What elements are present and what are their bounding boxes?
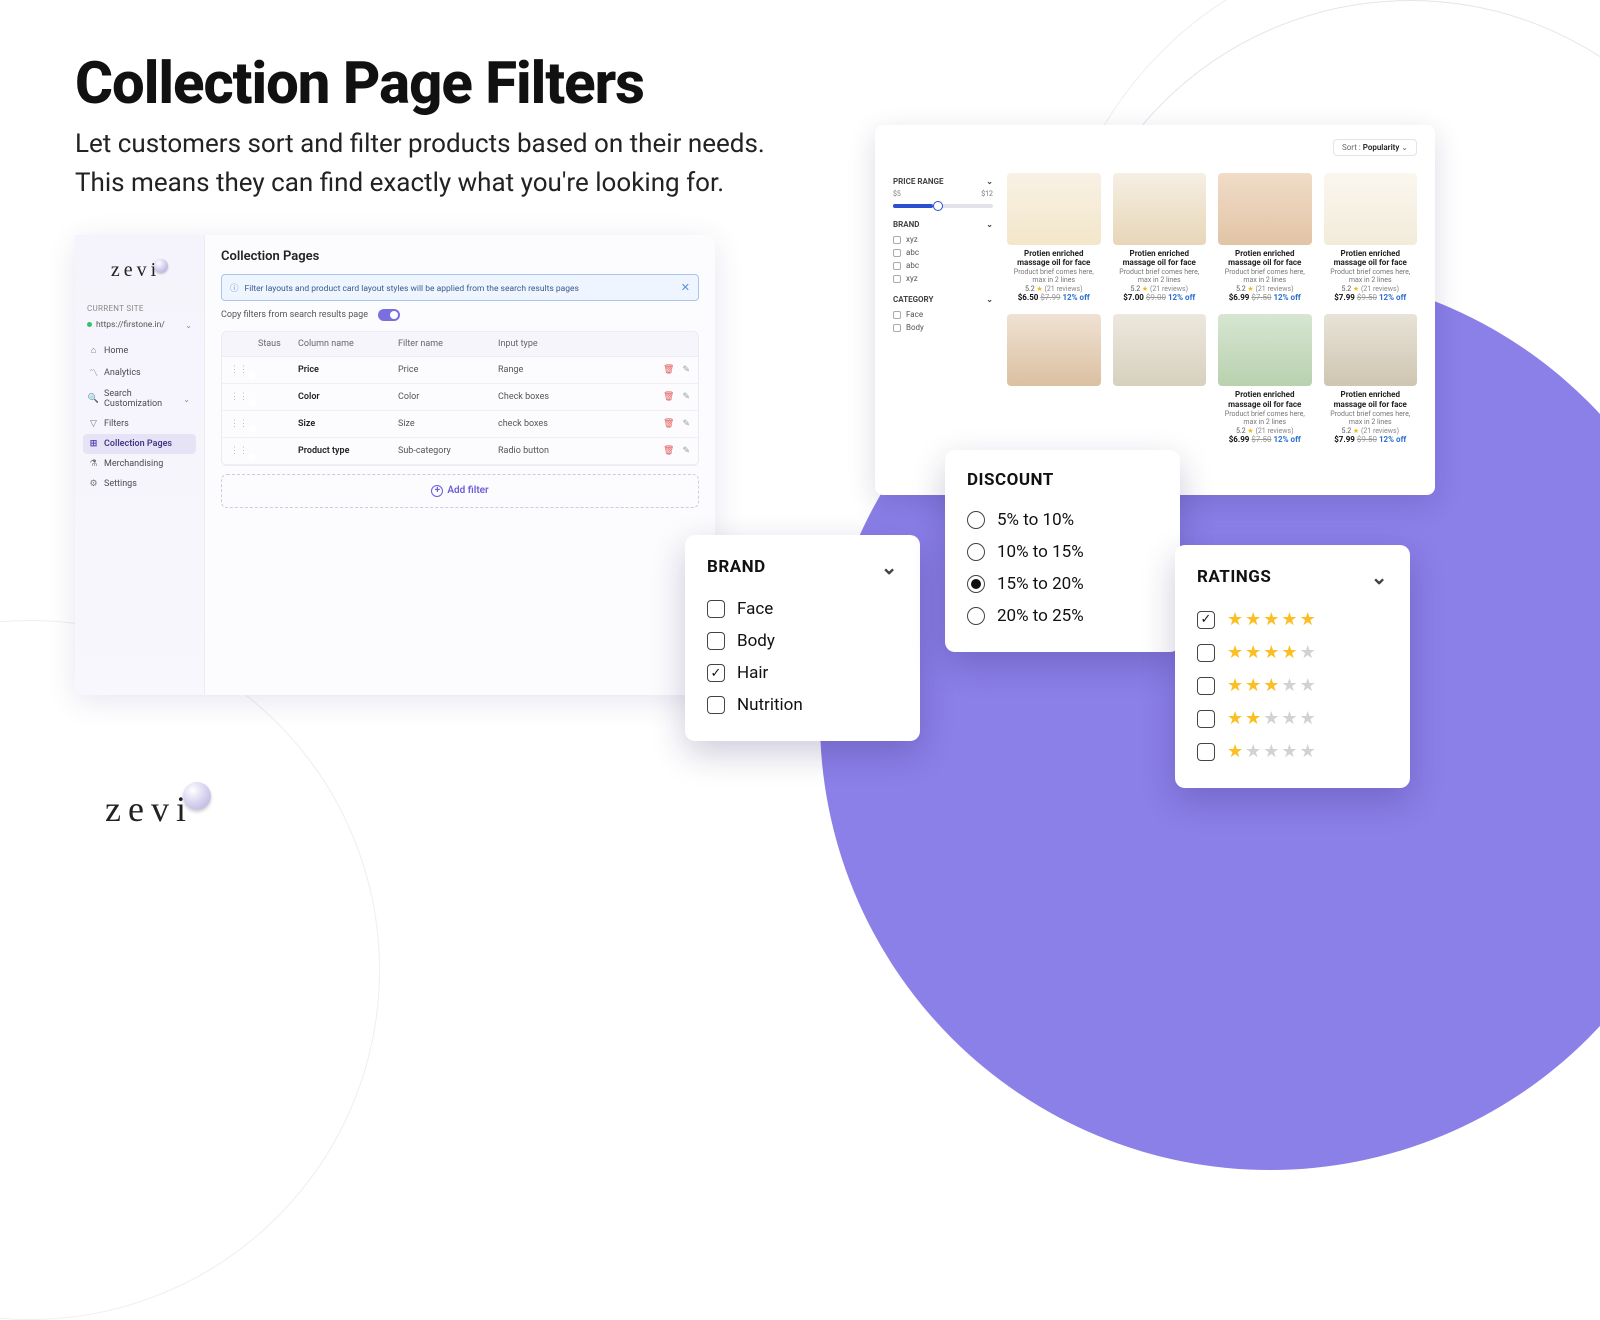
category-header[interactable]: CATEGORY⌄	[893, 291, 993, 308]
discount-radio-option[interactable]: 10% to 15%	[967, 536, 1158, 568]
zevi-footer-logo: zevi	[105, 788, 211, 830]
product-image	[1218, 314, 1312, 386]
admin-panel: zevi CURRENT SITE https://firstone.in/ ⌄…	[75, 235, 715, 695]
brand-checkbox-option[interactable]: Face	[707, 593, 898, 625]
brand-checkbox-option[interactable]: Nutrition	[707, 689, 898, 721]
brand-filter-card: BRAND⌄ FaceBody✓HairNutrition	[685, 535, 920, 741]
brand-option[interactable]: abc	[893, 259, 993, 272]
product-image	[1324, 314, 1418, 386]
product-image	[1113, 314, 1207, 386]
product-image	[1007, 314, 1101, 386]
product-card[interactable]	[1007, 314, 1101, 443]
brand-checkbox-option[interactable]: Body	[707, 625, 898, 657]
th-filter: Filter name	[398, 339, 498, 349]
product-card[interactable]: Protien enriched massage oil for face Pr…	[1324, 314, 1418, 443]
th-input: Input type	[498, 339, 646, 349]
discount-filter-card: DISCOUNT 5% to 10%10% to 15%15% to 20%20…	[945, 450, 1180, 652]
rating-checkbox-option[interactable]: ✓★★★★★	[1197, 603, 1388, 636]
brand-header[interactable]: BRAND⌄	[893, 216, 993, 233]
filter-table: Staus Column name Filter name Input type…	[221, 331, 699, 466]
copy-filters-label: Copy filters from search results page	[221, 310, 368, 320]
info-icon: ⓘ	[230, 284, 239, 294]
product-card[interactable]: Protien enriched massage oil for face Pr…	[1324, 173, 1418, 302]
pencil-icon[interactable]: ✎	[682, 392, 690, 402]
discount-radio-option[interactable]: 20% to 25%	[967, 600, 1158, 632]
rating-checkbox-option[interactable]: ★★★★★	[1197, 669, 1388, 702]
brand-option[interactable]: xyz	[893, 272, 993, 285]
table-row: ⋮⋮ Color Color Check boxes 🗑 ✎	[222, 384, 698, 411]
admin-page-title: Collection Pages	[221, 249, 699, 264]
rating-checkbox-option[interactable]: ★★★★★	[1197, 735, 1388, 768]
home-icon: ⌂	[89, 345, 98, 356]
trash-icon[interactable]: 🗑	[663, 419, 674, 429]
table-row: ⋮⋮ Price Price Range 🗑 ✎	[222, 357, 698, 384]
trash-icon[interactable]: 🗑	[663, 392, 674, 402]
product-card[interactable]	[1113, 314, 1207, 443]
site-selector[interactable]: https://firstone.in/ ⌄	[83, 317, 196, 340]
discount-radio-option[interactable]: 15% to 20%	[967, 568, 1158, 600]
price-range-header[interactable]: PRICE RANGE⌄	[893, 173, 993, 190]
ratings-filter-card: RATINGS⌄ ✓★★★★★★★★★★★★★★★★★★★★★★★★★	[1175, 545, 1410, 788]
chevron-down-icon: ⌄	[1401, 143, 1408, 152]
search-icon: 🔍	[89, 394, 98, 404]
sort-dropdown[interactable]: Sort : Popularity ⌄	[1333, 139, 1417, 156]
table-row: ⋮⋮ Product type Sub-category Radio butto…	[222, 438, 698, 465]
brand-option[interactable]: abc	[893, 246, 993, 259]
nav-collection-pages[interactable]: ⊞Collection Pages	[83, 434, 196, 454]
chevron-down-icon: ⌄	[986, 295, 993, 304]
merch-icon: ⚗	[89, 459, 98, 469]
chevron-down-icon: ⌄	[185, 321, 192, 330]
product-card[interactable]: Protien enriched massage oil for face Pr…	[1218, 173, 1312, 302]
chevron-down-icon[interactable]: ⌄	[881, 555, 898, 579]
chevron-down-icon: ⌄	[986, 177, 993, 186]
product-card[interactable]: Protien enriched massage oil for face Pr…	[1007, 173, 1101, 302]
pencil-icon[interactable]: ✎	[682, 419, 690, 429]
trash-icon[interactable]: 🗑	[663, 365, 674, 375]
th-status: Staus	[258, 339, 298, 349]
add-filter-button[interactable]: +Add filter	[221, 474, 699, 508]
th-column: Column name	[298, 339, 398, 349]
trash-icon[interactable]: 🗑	[663, 446, 674, 456]
category-option[interactable]: Body	[893, 321, 993, 334]
gear-icon: ⚙	[89, 479, 98, 489]
storefront-preview: Sort : Popularity ⌄ PRICE RANGE⌄ $5$12 B…	[875, 125, 1435, 495]
nav-merchandising[interactable]: ⚗Merchandising	[83, 454, 196, 474]
table-row: ⋮⋮ Size Size check boxes 🗑 ✎	[222, 411, 698, 438]
close-icon[interactable]: ✕	[681, 281, 690, 294]
product-card[interactable]: Protien enriched massage oil for face Pr…	[1218, 314, 1312, 443]
admin-sidebar: zevi CURRENT SITE https://firstone.in/ ⌄…	[75, 235, 205, 695]
hero-title: Collection Page Filters	[75, 50, 644, 118]
product-image	[1113, 173, 1207, 245]
zevi-logo: zevi	[83, 245, 196, 302]
chevron-down-icon: ⌄	[986, 220, 993, 229]
product-image	[1218, 173, 1312, 245]
category-option[interactable]: Face	[893, 308, 993, 321]
product-image	[1324, 173, 1418, 245]
analytics-icon: 〽	[89, 366, 98, 379]
nav-analytics[interactable]: 〽Analytics	[83, 361, 196, 384]
price-slider[interactable]	[893, 204, 993, 208]
chevron-down-icon[interactable]: ⌄	[1371, 565, 1388, 589]
nav-home[interactable]: ⌂Home	[83, 340, 196, 361]
nav-filters[interactable]: ▽Filters	[83, 414, 196, 434]
rating-checkbox-option[interactable]: ★★★★★	[1197, 636, 1388, 669]
filter-icon: ▽	[89, 419, 98, 429]
nav-settings[interactable]: ⚙Settings	[83, 474, 196, 494]
pencil-icon[interactable]: ✎	[682, 365, 690, 375]
info-banner: ⓘFilter layouts and product card layout …	[221, 274, 699, 301]
rating-checkbox-option[interactable]: ★★★★★	[1197, 702, 1388, 735]
collection-icon: ⊞	[89, 439, 98, 449]
brand-option[interactable]: xyz	[893, 233, 993, 246]
product-image	[1007, 173, 1101, 245]
brand-checkbox-option[interactable]: ✓Hair	[707, 657, 898, 689]
hero-subtitle: Let customers sort and filter products b…	[75, 125, 765, 203]
current-site-label: CURRENT SITE	[87, 304, 192, 313]
pencil-icon[interactable]: ✎	[682, 446, 690, 456]
chevron-down-icon: ⌄	[183, 395, 190, 404]
nav-search-customization[interactable]: 🔍Search Customization⌄	[83, 384, 196, 414]
discount-radio-option[interactable]: 5% to 10%	[967, 504, 1158, 536]
product-card[interactable]: Protien enriched massage oil for face Pr…	[1113, 173, 1207, 302]
copy-filters-toggle[interactable]	[378, 309, 400, 321]
